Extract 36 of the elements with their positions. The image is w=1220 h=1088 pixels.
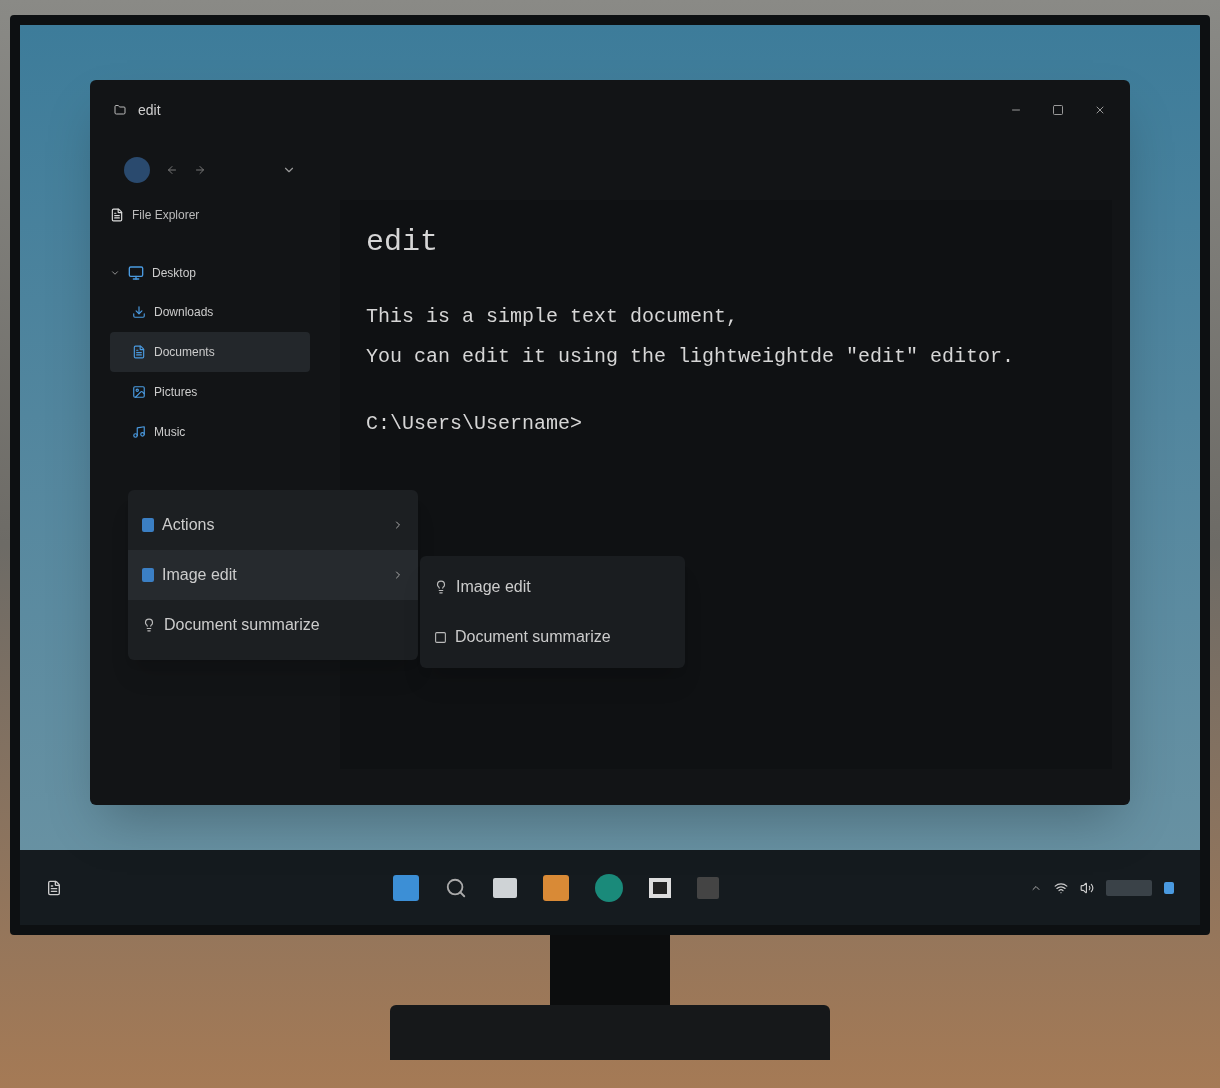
music-icon [132,425,146,439]
document-text-line: You can edit it using the lightweightde "edit" editor. [366,344,1015,370]
window-icon[interactable] [493,877,517,898]
menu-item[interactable]: Actions [128,500,418,550]
sidebar-item[interactable]: Documents [110,332,310,372]
sidebar-item[interactable]: Downloads [110,292,310,332]
close-icon[interactable] [1094,104,1106,116]
sidebar-item[interactable]: Pictures [110,372,310,412]
menu-item-icon [142,518,154,532]
document-heading: edit [366,224,438,261]
wifi-icon[interactable] [1054,880,1068,895]
menu-item-icon [142,568,154,582]
widget-icon[interactable] [46,878,62,897]
command-prompt: C:\Users\Username> [366,411,583,437]
menu-item[interactable]: Image edit [128,550,418,600]
expander-icon[interactable] [110,268,120,278]
menu-item[interactable]: Document summarize [128,600,418,650]
lightbulb-icon [434,580,448,594]
sidebar-header: File Explorer [132,207,200,224]
window-title: edit [138,100,161,120]
app-icon [114,104,126,116]
menu-item[interactable]: Document summarize [420,612,685,662]
picture-icon [132,385,146,399]
back-icon[interactable] [166,164,178,176]
download-icon [132,305,146,319]
sidebar-item[interactable]: Music [110,412,310,452]
desktop-icon [128,265,144,281]
file-explorer-icon [110,208,124,222]
menu-item[interactable]: Image edit [420,562,685,612]
sidebar-item[interactable]: Desktop [110,254,320,292]
search-icon[interactable] [445,876,467,899]
terminal-icon[interactable] [649,877,671,898]
maximize-icon[interactable] [1052,104,1064,116]
speaker-icon[interactable] [1080,880,1094,895]
document-text-line: This is a simple text document, [366,304,739,330]
lightbulb-icon [142,618,156,632]
